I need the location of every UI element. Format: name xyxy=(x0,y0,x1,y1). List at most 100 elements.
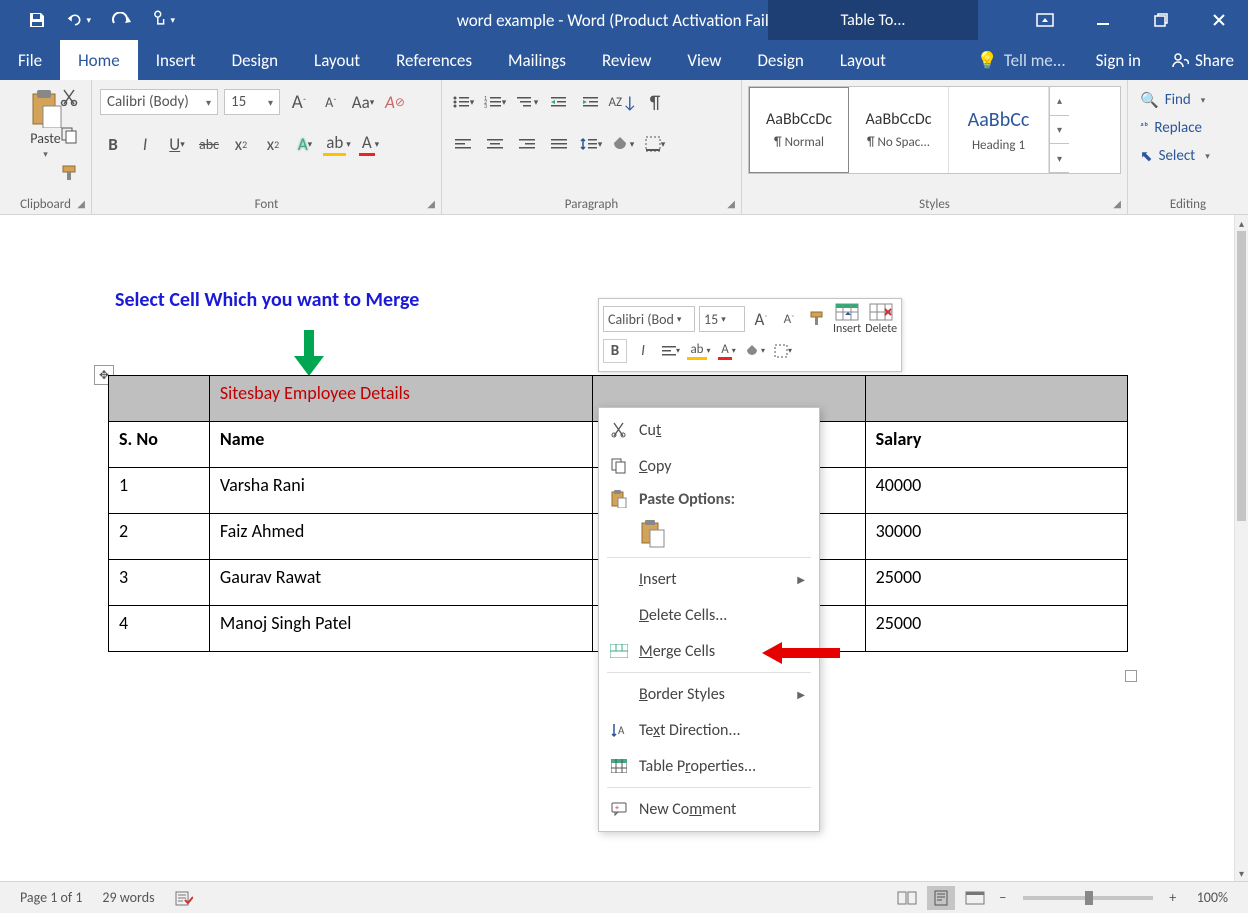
zoom-in-button[interactable]: + xyxy=(1165,889,1181,906)
tab-insert[interactable]: Insert xyxy=(138,40,214,80)
select-button[interactable]: ⬉Select▾ xyxy=(1136,142,1240,170)
ctx-table-properties[interactable]: Table Properties... xyxy=(599,748,819,784)
scroll-down-icon[interactable]: ▾ xyxy=(1235,865,1248,881)
title-cell-1[interactable] xyxy=(109,376,210,422)
tab-references[interactable]: References xyxy=(378,40,490,80)
mini-italic-button[interactable]: I xyxy=(631,339,655,363)
zoom-slider[interactable] xyxy=(1023,896,1153,900)
header-salary[interactable]: Salary xyxy=(865,422,1127,468)
mini-bold-button[interactable]: B xyxy=(603,339,627,363)
style-gallery[interactable]: AaBbCcDc ¶ Normal AaBbCcDc ¶ No Spac... … xyxy=(748,86,1121,174)
style-heading1[interactable]: AaBbCc Heading 1 xyxy=(949,87,1049,173)
style-normal[interactable]: AaBbCcDc ¶ Normal xyxy=(749,87,849,173)
cell-name[interactable]: Gaurav Rawat xyxy=(209,560,592,606)
underline-button[interactable]: U▾ xyxy=(164,131,190,157)
mini-shading-button[interactable]: ▾ xyxy=(743,339,767,363)
restore-icon[interactable] xyxy=(1132,0,1190,40)
mini-format-painter-icon[interactable] xyxy=(805,307,829,331)
page-indicator[interactable]: Page 1 of 1 xyxy=(10,889,92,906)
numbering-button[interactable]: 123▾ xyxy=(482,89,508,115)
ctx-copy[interactable]: Copy xyxy=(599,448,819,484)
mini-font-combo[interactable]: Calibri (Bod▾ xyxy=(603,306,695,332)
scroll-up-icon[interactable]: ▴ xyxy=(1235,215,1248,231)
save-icon[interactable] xyxy=(25,8,49,32)
mini-borders-button[interactable]: ▾ xyxy=(771,339,795,363)
tab-file[interactable]: File xyxy=(0,40,60,80)
tab-table-design[interactable]: Design xyxy=(739,40,821,80)
format-painter-icon[interactable] xyxy=(60,164,80,182)
table-title-cell[interactable]: Sitesbay Employee Details xyxy=(209,376,592,422)
italic-button[interactable]: I xyxy=(132,131,158,157)
cut-icon[interactable] xyxy=(60,88,80,106)
cell-sno[interactable]: 4 xyxy=(109,606,210,652)
font-launcher-icon[interactable]: ◢ xyxy=(427,197,435,210)
read-mode-icon[interactable] xyxy=(893,886,921,910)
find-button[interactable]: 🔍Find▾ xyxy=(1136,86,1240,114)
proofing-icon[interactable] xyxy=(165,890,203,906)
tab-layout[interactable]: Layout xyxy=(296,40,378,80)
mini-delete-button[interactable]: Delete xyxy=(865,303,897,336)
highlight-button[interactable]: ab▾ xyxy=(324,131,350,157)
copy-icon[interactable] xyxy=(60,126,80,144)
paste-keep-source-icon[interactable] xyxy=(637,518,669,550)
decrease-indent-icon[interactable] xyxy=(546,89,572,115)
font-color-button[interactable]: A▾ xyxy=(356,131,382,157)
ribbon-display-icon[interactable] xyxy=(1016,0,1074,40)
mini-highlight-button[interactable]: ab▾ xyxy=(687,339,711,363)
style-no-spacing[interactable]: AaBbCcDc ¶ No Spac... xyxy=(849,87,949,173)
minimize-icon[interactable] xyxy=(1074,0,1132,40)
tell-me-search[interactable]: 💡Tell me... xyxy=(963,50,1080,71)
cell-sno[interactable]: 1 xyxy=(109,468,210,514)
mini-font-color-button[interactable]: A▾ xyxy=(715,339,739,363)
vertical-scrollbar[interactable]: ▴ ▾ xyxy=(1234,215,1248,881)
superscript-button[interactable]: x2 xyxy=(260,131,286,157)
ctx-border-styles[interactable]: Border Styles ▶ xyxy=(599,676,819,712)
cell-salary[interactable]: 25000 xyxy=(865,606,1127,652)
undo-icon[interactable]: ▾ xyxy=(67,8,91,32)
shrink-font-icon[interactable]: Aˇ xyxy=(318,89,344,115)
tab-mailings[interactable]: Mailings xyxy=(490,40,584,80)
multilevel-list-button[interactable]: ▾ xyxy=(514,89,540,115)
tab-review[interactable]: Review xyxy=(584,40,669,80)
ctx-text-direction[interactable]: A Text Direction... xyxy=(599,712,819,748)
tab-home[interactable]: Home xyxy=(60,40,138,80)
word-count[interactable]: 29 words xyxy=(92,889,164,906)
gallery-scroll[interactable]: ▴▾▾ xyxy=(1049,87,1069,173)
align-left-icon[interactable] xyxy=(450,131,476,157)
bold-button[interactable]: B xyxy=(100,131,126,157)
cell-name[interactable]: Varsha Rani xyxy=(209,468,592,514)
increase-indent-icon[interactable] xyxy=(578,89,604,115)
ctx-cut[interactable]: Cut xyxy=(599,412,819,448)
change-case-button[interactable]: Aa▾ xyxy=(350,89,376,115)
cell-name[interactable]: Manoj Singh Patel xyxy=(209,606,592,652)
grow-font-icon[interactable]: Aˆ xyxy=(286,89,312,115)
touch-mode-icon[interactable]: ▾ xyxy=(151,8,175,32)
shading-button[interactable]: ▾ xyxy=(610,131,636,157)
mini-grow-font-icon[interactable]: Aˆ xyxy=(749,307,773,331)
text-effects-button[interactable]: A▾ xyxy=(292,131,318,157)
ctx-new-comment[interactable]: + New Comment xyxy=(599,791,819,827)
show-marks-icon[interactable]: ¶ xyxy=(642,89,668,115)
subscript-button[interactable]: x2 xyxy=(228,131,254,157)
mini-shrink-font-icon[interactable]: Aˇ xyxy=(777,307,801,331)
justify-icon[interactable] xyxy=(546,131,572,157)
tab-design[interactable]: Design xyxy=(214,40,296,80)
tab-table-layout[interactable]: Layout xyxy=(822,40,904,80)
sort-button[interactable]: AZ↓ xyxy=(610,89,636,115)
cell-name[interactable]: Faiz Ahmed xyxy=(209,514,592,560)
redo-icon[interactable] xyxy=(109,8,133,32)
web-layout-icon[interactable] xyxy=(961,886,989,910)
cell-sno[interactable]: 3 xyxy=(109,560,210,606)
print-layout-icon[interactable] xyxy=(927,886,955,910)
mini-align-button[interactable]: ▾ xyxy=(659,339,683,363)
zoom-percent[interactable]: 100% xyxy=(1187,889,1238,906)
styles-launcher-icon[interactable]: ◢ xyxy=(1113,197,1121,210)
sign-in-button[interactable]: Sign in xyxy=(1080,50,1157,71)
bullets-button[interactable]: ▾ xyxy=(450,89,476,115)
header-sno[interactable]: S. No xyxy=(109,422,210,468)
scroll-thumb[interactable] xyxy=(1237,231,1246,521)
clear-format-icon[interactable]: A⊘ xyxy=(382,89,408,115)
title-cell-4[interactable] xyxy=(865,376,1127,422)
mini-insert-button[interactable]: Insert xyxy=(833,303,861,336)
ctx-insert[interactable]: Insert ▶ xyxy=(599,561,819,597)
